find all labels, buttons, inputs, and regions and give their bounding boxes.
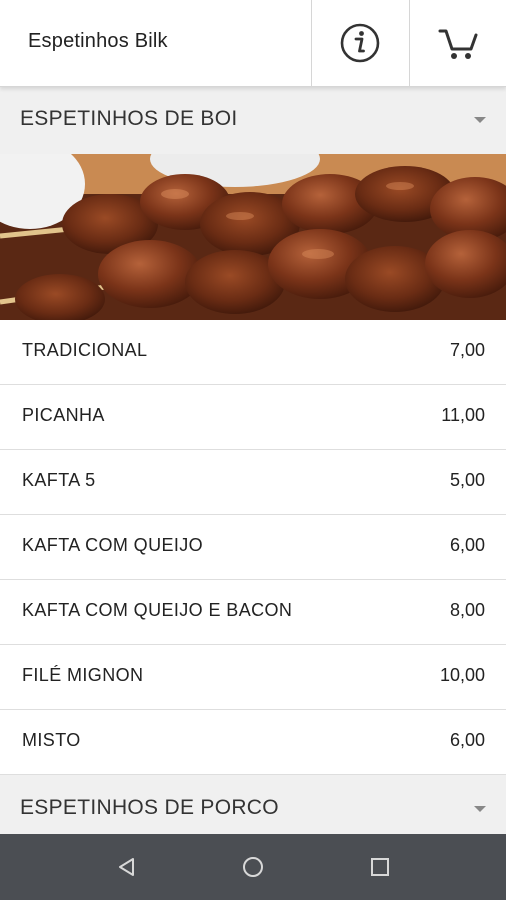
menu-item[interactable]: KAFTA COM QUEIJO E BACON 8,00 <box>0 580 506 645</box>
cart-icon <box>438 29 478 59</box>
item-name: FILÉ MIGNON <box>22 665 144 685</box>
item-price: 6,00 <box>449 535 485 555</box>
item-price: 6,00 <box>449 730 485 750</box>
menu-item[interactable]: MISTO 6,00 <box>0 710 506 775</box>
section-title: ESPETINHOS DE BOI <box>20 107 238 130</box>
menu-item[interactable]: TRADICIONAL 7,00 <box>0 320 506 385</box>
recents-button[interactable] <box>355 847 405 887</box>
section-title: ESPETINHOS DE PORCO <box>20 796 279 819</box>
app-title: Espetinhos Bilk <box>28 30 168 52</box>
item-price: 7,00 <box>449 340 485 360</box>
item-name: KAFTA COM QUEIJO <box>22 535 204 555</box>
home-button[interactable] <box>228 847 278 887</box>
home-icon <box>243 857 263 877</box>
item-name: TRADICIONAL <box>22 340 148 360</box>
info-icon <box>340 23 380 63</box>
menu-item[interactable]: KAFTA 5 5,00 <box>0 450 506 515</box>
section-header-beef[interactable]: ESPETINHOS DE BOI <box>0 86 506 154</box>
system-navigation-bar <box>0 834 506 900</box>
menu-item[interactable]: KAFTA COM QUEIJO 6,00 <box>0 515 506 580</box>
info-button[interactable] <box>311 0 408 86</box>
item-name: KAFTA COM QUEIJO E BACON <box>22 600 293 620</box>
item-price: 5,00 <box>449 470 485 490</box>
menu-item-list: TRADICIONAL 7,00 PICANHA 11,00 KAFTA 5 5… <box>0 320 506 775</box>
item-name: PICANHA <box>22 405 105 425</box>
menu-item[interactable]: FILÉ MIGNON 10,00 <box>0 645 506 710</box>
chevron-down-icon <box>474 117 486 123</box>
recents-icon <box>371 858 389 876</box>
beef-skewers-image <box>0 154 506 320</box>
section-header-pork[interactable]: ESPETINHOS DE PORCO <box>0 775 506 834</box>
item-price: 11,00 <box>441 405 485 425</box>
menu-item[interactable]: PICANHA 11,00 <box>0 385 506 450</box>
top-app-bar: Espetinhos Bilk <box>0 0 506 87</box>
chevron-down-icon <box>474 806 486 812</box>
back-button[interactable] <box>102 847 152 887</box>
item-name: MISTO <box>22 730 81 750</box>
cart-button[interactable] <box>409 0 506 86</box>
back-icon <box>119 858 134 876</box>
item-price: 8,00 <box>449 600 485 620</box>
item-name: KAFTA 5 <box>22 470 96 490</box>
item-price: 10,00 <box>439 665 485 685</box>
